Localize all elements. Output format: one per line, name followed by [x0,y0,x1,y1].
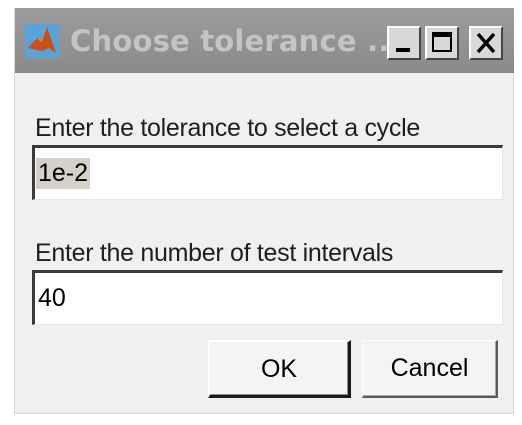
window-title: Choose tolerance ... [70,24,401,58]
tolerance-input[interactable]: 1e-2 [32,145,503,200]
dialog-window: Choose tolerance ... Enter the tolerance… [14,8,514,414]
maximize-icon [432,32,452,52]
intervals-label: Enter the number of test intervals [35,239,394,267]
cancel-button[interactable]: Cancel [362,340,498,398]
close-button[interactable] [469,26,503,60]
intervals-input[interactable]: 40 [32,270,503,325]
title-bar[interactable]: Choose tolerance ... [15,8,514,73]
minimize-icon [396,48,410,52]
intervals-value: 40 [38,284,66,312]
ok-button[interactable]: OK [208,340,351,398]
minimize-button[interactable] [387,26,421,60]
maximize-button[interactable] [425,26,459,60]
tolerance-label: Enter the tolerance to select a cycle [35,114,420,142]
matlab-icon [25,24,59,58]
tolerance-value: 1e-2 [36,158,91,189]
close-icon [476,32,496,54]
